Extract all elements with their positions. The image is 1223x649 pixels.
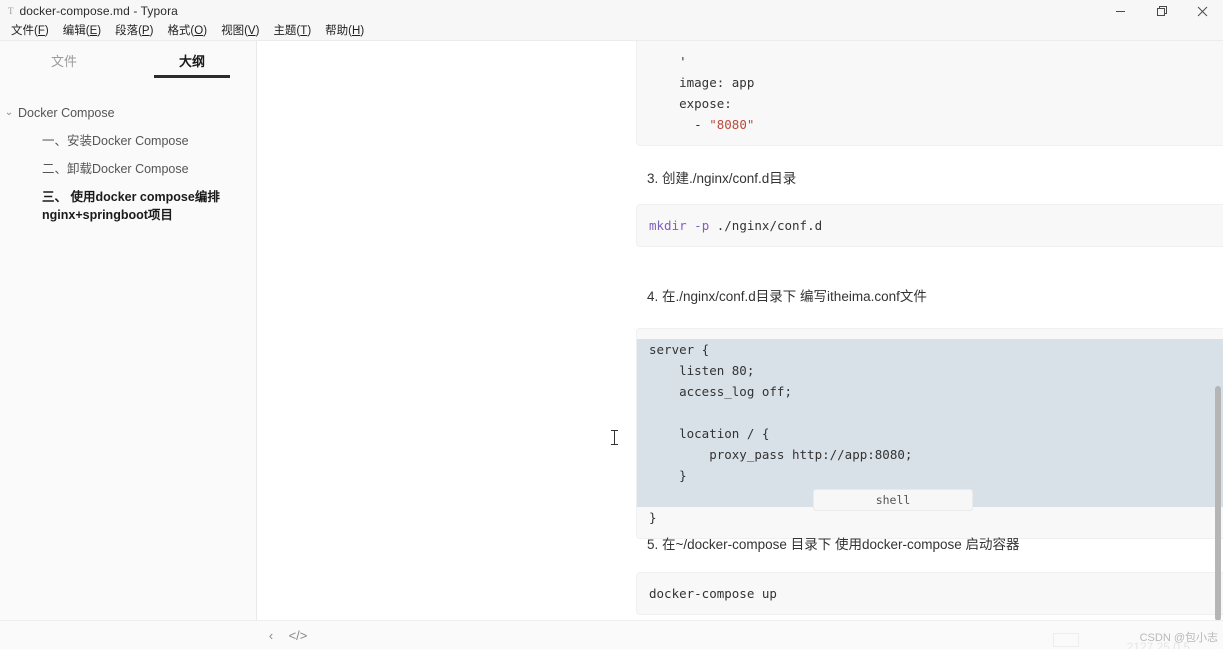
code-line: proxy_pass http://app:8080; [637, 444, 1223, 465]
code-line: location / { [637, 423, 1223, 444]
code-token: location / { [649, 426, 770, 441]
minimize-icon [1115, 6, 1126, 17]
menu-accelerator: P [141, 25, 150, 37]
watermark-faint-text: 2127 25 0 5 [1126, 640, 1190, 649]
tab-outline-underline [154, 75, 230, 78]
code-token: } [649, 510, 657, 525]
code-token: expose: [649, 96, 732, 111]
code-token: } [649, 468, 687, 483]
title-bar-left: T docker-compose.md - Typora [0, 4, 178, 18]
code-token: -p [694, 218, 710, 233]
vertical-scrollbar-track[interactable] [1213, 41, 1223, 649]
menu-item-1[interactable]: 文件(F) [4, 22, 56, 40]
chevron-down-icon[interactable]: ⌄ [0, 104, 18, 122]
menu-accelerator: F [37, 25, 45, 37]
menu-item-4[interactable]: 格式(O) [160, 22, 214, 40]
step-3-heading[interactable]: 3. 创建./nginx/conf.d目录 [647, 169, 796, 189]
code-token: docker-compose up [649, 586, 777, 601]
code-token: - [649, 117, 710, 132]
code-token: "8080" [709, 117, 755, 132]
restore-icon [1156, 5, 1168, 17]
code-line: server { [637, 339, 1223, 360]
tab-files[interactable]: 文件 [0, 51, 128, 78]
code-token: access_log off; [649, 384, 792, 399]
menu-accelerator: T [300, 25, 308, 37]
status-bar: ‹ </> 2127 25 0 5 CSDN @包小志 [0, 620, 1223, 649]
outline-item-label: Docker Compose [18, 106, 115, 120]
yaml-compose-snippet[interactable]: ' image: app expose: - "8080" [636, 41, 1223, 146]
title-bar: T docker-compose.md - Typora [0, 0, 1223, 22]
menu-item-6[interactable]: 主题(T) [266, 22, 318, 40]
code-token: ./nginx/conf.d [709, 218, 823, 233]
docker-compose-up-command[interactable]: docker-compose up [636, 572, 1223, 615]
tab-outline-label: 大纲 [178, 54, 205, 69]
code-language-badge[interactable]: shell [813, 489, 973, 511]
close-icon [1197, 6, 1208, 17]
code-token: mkdir [649, 218, 687, 233]
document-body: ' image: app expose: - "8080" 3. 创建./ngin… [257, 41, 1223, 649]
typora-app-icon: T [8, 5, 14, 16]
step-5-heading[interactable]: 5. 在~/docker-compose 目录下 使用docker-compos… [647, 535, 1019, 555]
watermark-text: CSDN @包小志 [1139, 632, 1218, 644]
mkdir-command[interactable]: mkdir -p ./nginx/conf.d [636, 204, 1223, 247]
minimize-button[interactable] [1100, 0, 1141, 22]
editor-content[interactable]: ' image: app expose: - "8080" 3. 创建./ngin… [257, 41, 1223, 649]
code-line: listen 80; [637, 360, 1223, 381]
outline-item-label: 一、安装Docker Compose [42, 134, 189, 148]
tab-outline[interactable]: 大纲 [128, 51, 256, 78]
code-token: proxy_pass http://app:8080; [649, 447, 913, 462]
code-token: image: app [649, 75, 755, 90]
code-line: docker-compose up [649, 583, 1223, 604]
document-scroll-area[interactable]: ' image: app expose: - "8080" 3. 创建./ngin… [257, 41, 1223, 649]
code-line: image: app [649, 72, 1223, 93]
outline-item-1[interactable]: ⌄ Docker Compose [0, 99, 256, 127]
vertical-scrollbar-thumb[interactable] [1215, 386, 1221, 621]
menu-accelerator: H [352, 25, 361, 37]
restore-button[interactable] [1141, 0, 1182, 22]
outline-item-4[interactable]: 三、 使用docker compose编排nginx+springboot项目 [0, 183, 256, 229]
code-token: listen 80; [649, 363, 755, 378]
window-controls [1100, 0, 1223, 22]
outline-item-label: 二、卸载Docker Compose [42, 162, 189, 176]
window-title: docker-compose.md - Typora [19, 4, 178, 18]
code-line [637, 402, 1223, 423]
step-4-heading[interactable]: 4. 在./nginx/conf.d目录下 编写itheima.conf文件 [647, 287, 927, 307]
outline-panel: ⌄ Docker Compose 一、安装Docker Compose 二、卸载Doc… [0, 87, 256, 649]
sidebar-tabs: 文件 大纲 [0, 41, 256, 87]
code-line: mkdir -p ./nginx/conf.d [649, 215, 1223, 236]
code-token: server { [649, 342, 710, 357]
menu-accelerator: V [247, 25, 256, 37]
menu-bar: 文件(F) 编辑(E) 段落(P) 格式(O) 视图(V) 主题(T) 帮助(H) [0, 22, 1223, 41]
code-line: access_log off; [637, 381, 1223, 402]
tab-files-label: 文件 [50, 54, 77, 69]
typora-window: T docker-compose.md - Typora 文件(F) 编辑(E)… [0, 0, 1223, 649]
sidebar: 文件 大纲 ⌄ Docker Compose 一、安装Docker Compose 二… [0, 41, 257, 649]
workspace: 文件 大纲 ⌄ Docker Compose 一、安装Docker Compose 二… [0, 41, 1223, 649]
outline-item-3[interactable]: 二、卸载Docker Compose [0, 155, 256, 183]
watermark-box [1053, 633, 1079, 647]
menu-item-3[interactable]: 段落(P) [108, 22, 160, 40]
code-line: ' [649, 51, 1223, 72]
outline-item-2[interactable]: 一、安装Docker Compose [0, 127, 256, 155]
menu-accelerator: O [194, 25, 204, 37]
close-button[interactable] [1182, 0, 1223, 22]
menu-item-5[interactable]: 视图(V) [214, 22, 266, 40]
code-line: } [637, 465, 1223, 486]
menu-accelerator: E [89, 25, 98, 37]
menu-item-7[interactable]: 帮助(H) [318, 22, 371, 40]
collapse-sidebar-icon[interactable]: ‹ [262, 626, 280, 644]
code-line: - "8080" [649, 114, 1223, 135]
code-token: ' [649, 54, 687, 69]
code-line: expose: [649, 93, 1223, 114]
source-code-mode-icon[interactable]: </> [286, 626, 310, 644]
menu-item-2[interactable]: 编辑(E) [56, 22, 108, 40]
outline-item-label: 三、 使用docker compose编排nginx+springboot项目 [42, 190, 220, 222]
